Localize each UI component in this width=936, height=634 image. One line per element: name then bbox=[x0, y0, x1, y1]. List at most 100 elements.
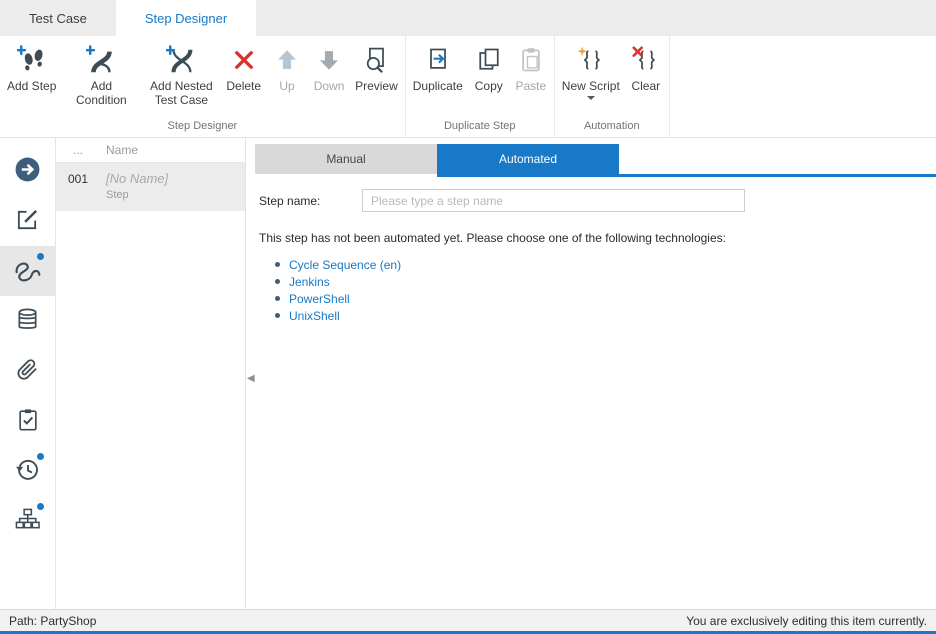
step-name-row: Step name: bbox=[259, 189, 936, 212]
hierarchy-icon bbox=[15, 507, 40, 535]
sidebar-item-navigate[interactable] bbox=[0, 146, 55, 196]
ribbon-group-automation: New Script Clear bbox=[555, 36, 670, 137]
sidebar-item-steps[interactable] bbox=[0, 246, 55, 296]
ribbon-group-step-designer: Add Step Add Condition bbox=[0, 36, 406, 137]
tab-automated-label: Automated bbox=[499, 152, 557, 166]
new-script-button[interactable]: New Script bbox=[557, 38, 625, 100]
technology-link-cycle-sequence[interactable]: Cycle Sequence (en) bbox=[289, 258, 401, 272]
tab-automated[interactable]: Automated bbox=[437, 144, 619, 174]
add-condition-button[interactable]: Add Condition bbox=[61, 38, 141, 108]
preview-icon bbox=[362, 42, 390, 78]
edit-icon bbox=[15, 207, 40, 235]
step-list-item[interactable]: 001 [No Name] Step bbox=[56, 163, 245, 211]
paste-button[interactable]: Paste bbox=[510, 38, 552, 93]
history-icon bbox=[15, 457, 41, 486]
paperclip-icon bbox=[15, 357, 40, 385]
clear-button[interactable]: Clear bbox=[625, 38, 667, 93]
sidebar bbox=[0, 138, 56, 609]
steps-icon bbox=[14, 256, 42, 287]
circle-arrow-icon bbox=[14, 156, 41, 186]
technology-list-item: Jenkins bbox=[275, 273, 936, 290]
copy-label: Copy bbox=[475, 79, 503, 93]
content-tabs: Manual Automated bbox=[255, 144, 936, 177]
delete-label: Delete bbox=[226, 79, 261, 93]
down-arrow-icon bbox=[316, 42, 342, 78]
tab-test-case[interactable]: Test Case bbox=[0, 0, 116, 36]
technology-link-jenkins[interactable]: Jenkins bbox=[289, 275, 330, 289]
copy-icon bbox=[475, 42, 503, 78]
ribbon-group-label-duplicate-step: Duplicate Step bbox=[408, 117, 552, 137]
step-number: 001 bbox=[56, 171, 100, 186]
new-script-dropdown-icon[interactable] bbox=[587, 96, 595, 100]
duplicate-icon bbox=[424, 42, 452, 78]
technology-list-item: UnixShell bbox=[275, 307, 936, 324]
ribbon-group-label-step-designer: Step Designer bbox=[2, 117, 403, 137]
add-nested-test-case-icon bbox=[166, 42, 196, 78]
tab-manual[interactable]: Manual bbox=[255, 144, 437, 174]
technology-link-unixshell[interactable]: UnixShell bbox=[289, 309, 340, 323]
steps-name-column-header: Name bbox=[100, 143, 138, 157]
ribbon-group-duplicate-step: Duplicate Copy bbox=[406, 36, 555, 137]
step-name: [No Name] bbox=[106, 171, 168, 186]
new-script-label: New Script bbox=[562, 79, 620, 93]
steps-panel: ... Name 001 [No Name] Step bbox=[56, 138, 246, 609]
sidebar-item-review[interactable] bbox=[0, 396, 55, 446]
new-script-icon bbox=[577, 42, 605, 78]
add-step-icon bbox=[17, 42, 47, 78]
step-name-input[interactable] bbox=[362, 189, 745, 212]
content-tab-underline: Automated bbox=[437, 144, 936, 177]
preview-label: Preview bbox=[355, 79, 398, 93]
database-icon bbox=[15, 307, 40, 335]
tab-step-designer-label: Step Designer bbox=[145, 11, 227, 26]
sidebar-item-edit[interactable] bbox=[0, 196, 55, 246]
steps-list-header: ... Name bbox=[56, 138, 245, 163]
technology-link-powershell[interactable]: PowerShell bbox=[289, 292, 350, 306]
content-panel: ◀ Manual Automated Step name: This step … bbox=[246, 138, 936, 609]
app-window: Test Case Step Designer bbox=[0, 0, 936, 634]
ribbon-group-label-automation: Automation bbox=[557, 117, 667, 137]
add-nested-test-case-button[interactable]: Add Nested Test Case bbox=[141, 38, 221, 108]
delete-button[interactable]: Delete bbox=[221, 38, 266, 93]
ribbon: Add Step Add Condition bbox=[0, 36, 936, 138]
history-notification-dot bbox=[37, 453, 44, 460]
add-step-label: Add Step bbox=[7, 79, 56, 93]
steps-notification-dot bbox=[37, 253, 44, 260]
window-tabbar: Test Case Step Designer bbox=[0, 0, 936, 36]
paste-icon bbox=[517, 42, 545, 78]
step-name-label: Step name: bbox=[259, 194, 362, 208]
clipboard-check-icon bbox=[16, 408, 40, 435]
sidebar-item-attachments[interactable] bbox=[0, 346, 55, 396]
status-path: Path: PartyShop bbox=[9, 614, 96, 628]
sidebar-item-history[interactable] bbox=[0, 446, 55, 496]
status-edit-message: You are exclusively editing this item cu… bbox=[686, 614, 927, 628]
clear-script-icon bbox=[632, 42, 660, 78]
up-button[interactable]: Up bbox=[266, 38, 308, 93]
preview-button[interactable]: Preview bbox=[350, 38, 403, 93]
up-arrow-icon bbox=[274, 42, 300, 78]
copy-button[interactable]: Copy bbox=[468, 38, 510, 93]
down-button[interactable]: Down bbox=[308, 38, 350, 93]
sidebar-item-hierarchy[interactable] bbox=[0, 496, 55, 546]
down-label: Down bbox=[314, 79, 345, 93]
steps-number-column-header: ... bbox=[56, 143, 100, 157]
collapse-panel-arrow-icon[interactable]: ◀ bbox=[247, 374, 255, 384]
up-label: Up bbox=[279, 79, 294, 93]
add-condition-label: Add Condition bbox=[66, 79, 136, 108]
add-step-button[interactable]: Add Step bbox=[2, 38, 61, 93]
duplicate-button[interactable]: Duplicate bbox=[408, 38, 468, 93]
sidebar-item-data[interactable] bbox=[0, 296, 55, 346]
tab-test-case-label: Test Case bbox=[29, 11, 87, 26]
technology-list-item: Cycle Sequence (en) bbox=[275, 256, 936, 273]
tab-manual-label: Manual bbox=[326, 152, 365, 166]
automation-info-text: This step has not been automated yet. Pl… bbox=[259, 231, 936, 245]
paste-label: Paste bbox=[515, 79, 546, 93]
step-type: Step bbox=[106, 189, 168, 201]
add-nested-test-case-label: Add Nested Test Case bbox=[146, 79, 216, 108]
hierarchy-notification-dot bbox=[37, 503, 44, 510]
duplicate-label: Duplicate bbox=[413, 79, 463, 93]
technology-list-item: PowerShell bbox=[275, 290, 936, 307]
delete-icon bbox=[231, 42, 257, 78]
add-condition-icon bbox=[86, 42, 116, 78]
technology-list: Cycle Sequence (en) Jenkins PowerShell U… bbox=[275, 256, 936, 324]
tab-step-designer[interactable]: Step Designer bbox=[116, 0, 256, 36]
